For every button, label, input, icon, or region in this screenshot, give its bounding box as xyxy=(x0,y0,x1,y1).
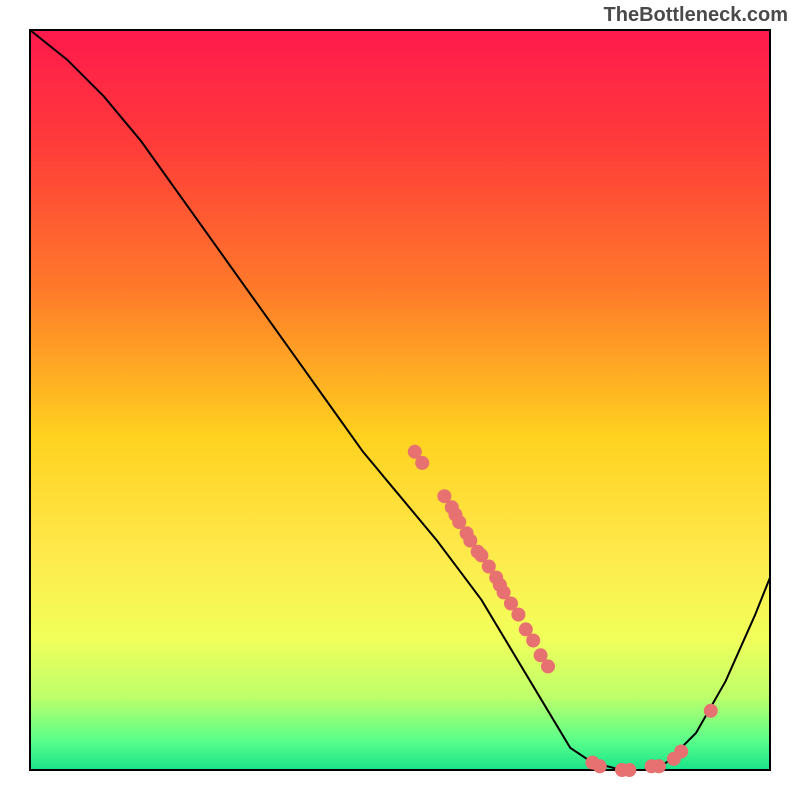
data-marker xyxy=(511,608,525,622)
data-marker xyxy=(704,704,718,718)
data-marker xyxy=(526,634,540,648)
data-marker xyxy=(541,659,555,673)
data-marker xyxy=(415,456,429,470)
chart-container: TheBottleneck.com xyxy=(0,0,800,800)
data-marker xyxy=(674,745,688,759)
chart-svg xyxy=(0,0,800,800)
data-marker xyxy=(652,759,666,773)
data-marker xyxy=(593,759,607,773)
watermark-text: TheBottleneck.com xyxy=(604,4,788,27)
data-marker xyxy=(622,763,636,777)
